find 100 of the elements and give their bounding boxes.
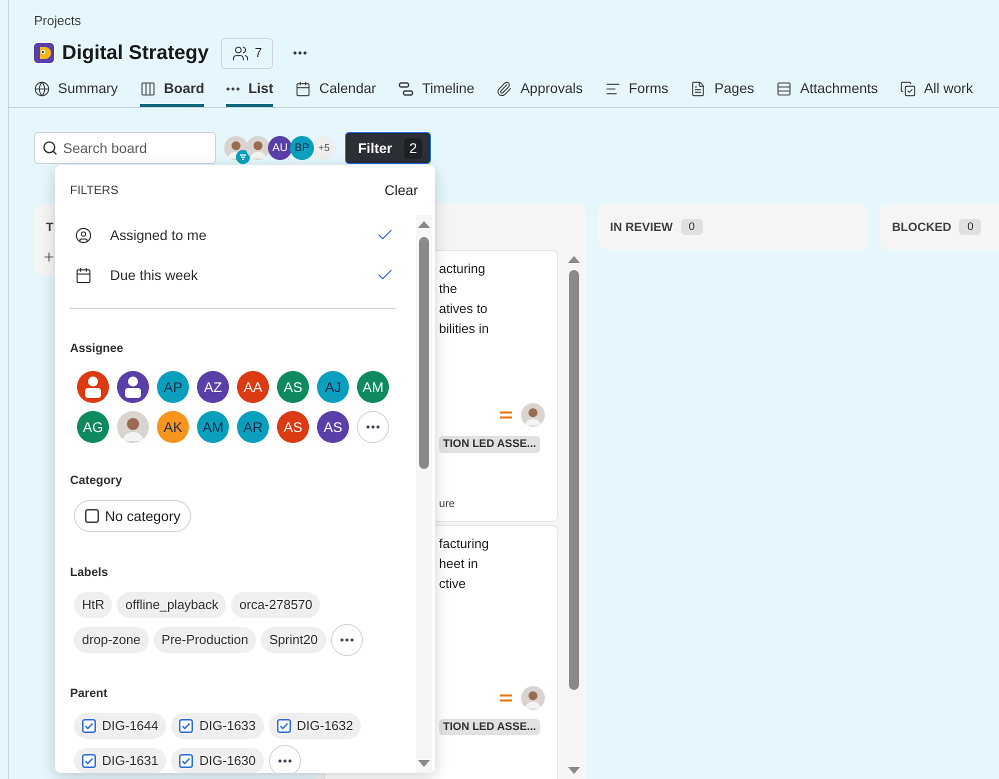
scroll-up-icon[interactable] — [417, 219, 431, 229]
initials-avatar[interactable]: AM — [357, 371, 389, 403]
checked-checkbox[interactable] — [179, 719, 194, 733]
more-button[interactable] — [330, 624, 363, 656]
card-tag: TION LED ASSE... — [439, 436, 540, 453]
label-chip[interactable]: HtR — [74, 592, 112, 618]
tab-icon — [226, 86, 240, 90]
tab-icon — [140, 80, 156, 96]
nav-tab[interactable]: All work — [900, 78, 973, 107]
filters-title: FILTERS — [70, 182, 118, 199]
initials-avatar[interactable]: AS — [317, 411, 349, 443]
checkbox[interactable] — [85, 509, 99, 523]
priority-icon — [499, 692, 513, 702]
nav-tab[interactable]: Approvals — [496, 78, 583, 107]
tab-icon — [496, 80, 512, 96]
card-title-text: ctive — [439, 574, 467, 593]
initials-avatar[interactable]: BP — [290, 136, 314, 160]
calendar-icon — [75, 266, 92, 284]
card-title-text: acturing — [439, 260, 486, 278]
more-button[interactable] — [268, 745, 301, 773]
checked-checkbox[interactable] — [82, 719, 96, 733]
card-footer-text: ure — [439, 497, 455, 512]
scroll-down-icon[interactable] — [566, 766, 580, 776]
project-title: Digital Strategy — [62, 41, 209, 66]
column-title: BLOCKED — [892, 219, 952, 236]
search-field[interactable]: Search board — [34, 132, 216, 164]
label-chip[interactable]: offline_playback — [117, 592, 226, 618]
more-icon — [278, 759, 292, 763]
column-title: IN REVIEW — [610, 219, 673, 236]
priority-icon — [499, 410, 513, 420]
tab-icon — [776, 80, 792, 96]
scrollbar-thumb[interactable] — [568, 270, 578, 690]
scroll-up-icon[interactable] — [566, 254, 580, 264]
nav-tab[interactable]: List — [226, 78, 274, 107]
tab-icon — [398, 80, 414, 96]
card-title-text: bilities in — [439, 320, 490, 338]
nav-tab[interactable]: Calendar — [295, 78, 376, 107]
parent-chip[interactable]: DIG-1633 — [171, 713, 264, 739]
initials-avatar[interactable]: AM — [197, 411, 229, 443]
more-people-count[interactable]: +5 — [312, 136, 336, 160]
initials-avatar[interactable]: AJ — [317, 371, 349, 403]
more-icon[interactable] — [292, 51, 307, 55]
section-label: Parent — [70, 685, 108, 702]
clear-button[interactable]: Clear — [384, 180, 418, 200]
nav-tab[interactable]: Attachments — [776, 78, 878, 107]
section-label: Assignee — [70, 340, 124, 357]
initials-avatar[interactable]: AZ — [197, 371, 229, 403]
more-icon — [366, 425, 380, 429]
person-avatar[interactable] — [117, 371, 149, 403]
initials-avatar[interactable]: AU — [268, 136, 292, 160]
label-chip[interactable]: drop-zone — [74, 627, 149, 653]
section-label: Labels — [70, 564, 110, 581]
scrollbar-thumb[interactable] — [419, 237, 429, 469]
more-icon — [340, 638, 354, 642]
card-title-text: facturing — [439, 534, 490, 553]
initials-avatar[interactable]: AA — [237, 371, 269, 403]
filter-button[interactable]: Filter 2 — [345, 132, 431, 164]
checked-checkbox[interactable] — [179, 754, 194, 768]
card-title-text: atives to — [439, 300, 488, 318]
more-button[interactable] — [357, 411, 389, 443]
section-label: Category — [70, 472, 124, 489]
nav-tab[interactable]: Board — [140, 78, 204, 107]
parent-chip[interactable]: DIG-1631 — [74, 748, 166, 773]
add-icon[interactable] — [42, 250, 56, 264]
search-icon — [42, 140, 58, 156]
label-chip[interactable]: Sprint20 — [261, 627, 326, 653]
label-chip[interactable]: Pre-Production — [154, 627, 256, 653]
checked-checkbox[interactable] — [276, 719, 291, 733]
filter-count: 2 — [404, 138, 422, 158]
nav-tab[interactable]: Summary — [34, 78, 118, 107]
person-avatar — [117, 411, 149, 443]
initials-avatar[interactable]: AG — [77, 411, 109, 443]
breadcrumb[interactable]: Projects — [34, 13, 999, 29]
tab-icon — [295, 80, 312, 96]
column-count: 0 — [680, 218, 703, 236]
nav-tab[interactable]: Forms — [604, 78, 668, 107]
project-logo-icon — [34, 43, 54, 63]
initials-avatar[interactable]: AS — [277, 371, 309, 403]
checked-checkbox[interactable] — [82, 754, 96, 768]
nav-tab[interactable]: Timeline — [398, 78, 474, 107]
initials-avatar[interactable]: AR — [237, 411, 269, 443]
assignee-avatar — [521, 403, 545, 428]
parent-chip[interactable]: DIG-1644 — [74, 713, 166, 739]
members-button[interactable]: 7 — [220, 38, 273, 68]
nav-tab[interactable]: Pages — [690, 78, 754, 107]
parent-chip[interactable]: DIG-1632 — [268, 713, 362, 739]
initials-avatar[interactable]: AK — [157, 411, 189, 443]
category-chip[interactable]: No category — [74, 500, 192, 532]
people-icon — [232, 44, 249, 62]
card-title-text: the — [439, 280, 458, 298]
column-title: T — [46, 219, 54, 236]
initials-avatar[interactable]: AS — [277, 411, 309, 443]
card-title-text: heet in — [439, 554, 480, 573]
initials-avatar[interactable]: AP — [157, 371, 189, 403]
tab-icon — [900, 80, 916, 96]
scroll-down-icon[interactable] — [417, 759, 431, 769]
parent-chip[interactable]: DIG-1630 — [171, 748, 264, 773]
person-avatar[interactable] — [77, 371, 109, 403]
label-chip[interactable]: orca-278570 — [231, 592, 320, 618]
assignee-avatar — [521, 686, 545, 710]
